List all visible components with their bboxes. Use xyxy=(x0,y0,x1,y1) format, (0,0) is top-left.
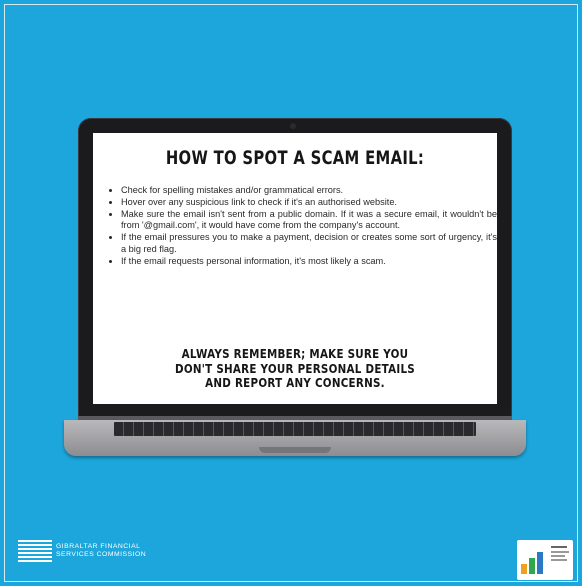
tips-list: Check for spelling mistakes and/or gramm… xyxy=(107,185,497,268)
partner-logo xyxy=(517,540,573,580)
partner-logo-text xyxy=(551,546,569,561)
gfsc-logo-icon xyxy=(18,540,52,562)
lid-notch xyxy=(259,447,331,453)
webcam-icon xyxy=(290,123,296,129)
laptop-lid: HOW TO SPOT A SCAM EMAIL: Check for spel… xyxy=(78,118,512,417)
laptop-base xyxy=(64,420,526,456)
remember-line: AND REPORT ANY CONCERNS. xyxy=(205,376,385,390)
tip-item: If the email requests personal informati… xyxy=(121,256,497,268)
remember-line: DON'T SHARE YOUR PERSONAL DETAILS xyxy=(174,361,415,376)
tip-item: Check for spelling mistakes and/or gramm… xyxy=(121,185,497,197)
gfsc-logo-text: GIBRALTAR FINANCIAL SERVICES COMMISSION xyxy=(56,543,146,559)
keyboard xyxy=(114,422,476,436)
gfsc-logo: GIBRALTAR FINANCIAL SERVICES COMMISSION xyxy=(18,540,146,562)
remember-line: ALWAYS REMEMBER; MAKE SURE YOU xyxy=(181,347,409,361)
partner-logo-icon xyxy=(521,552,545,574)
remember-message: ALWAYS REMEMBER; MAKE SURE YOU DON'T SHA… xyxy=(125,347,464,391)
gfsc-line1: GIBRALTAR FINANCIAL xyxy=(56,543,141,550)
poster-title: HOW TO SPOT A SCAM EMAIL: xyxy=(165,147,425,169)
gfsc-line2: SERVICES COMMISSION xyxy=(56,551,147,558)
tip-item: Make sure the email isn't sent from a pu… xyxy=(121,209,497,233)
tip-item: If the email pressures you to make a pay… xyxy=(121,232,497,256)
laptop-screen: HOW TO SPOT A SCAM EMAIL: Check for spel… xyxy=(93,133,497,404)
tip-item: Hover over any suspicious link to check … xyxy=(121,197,497,209)
